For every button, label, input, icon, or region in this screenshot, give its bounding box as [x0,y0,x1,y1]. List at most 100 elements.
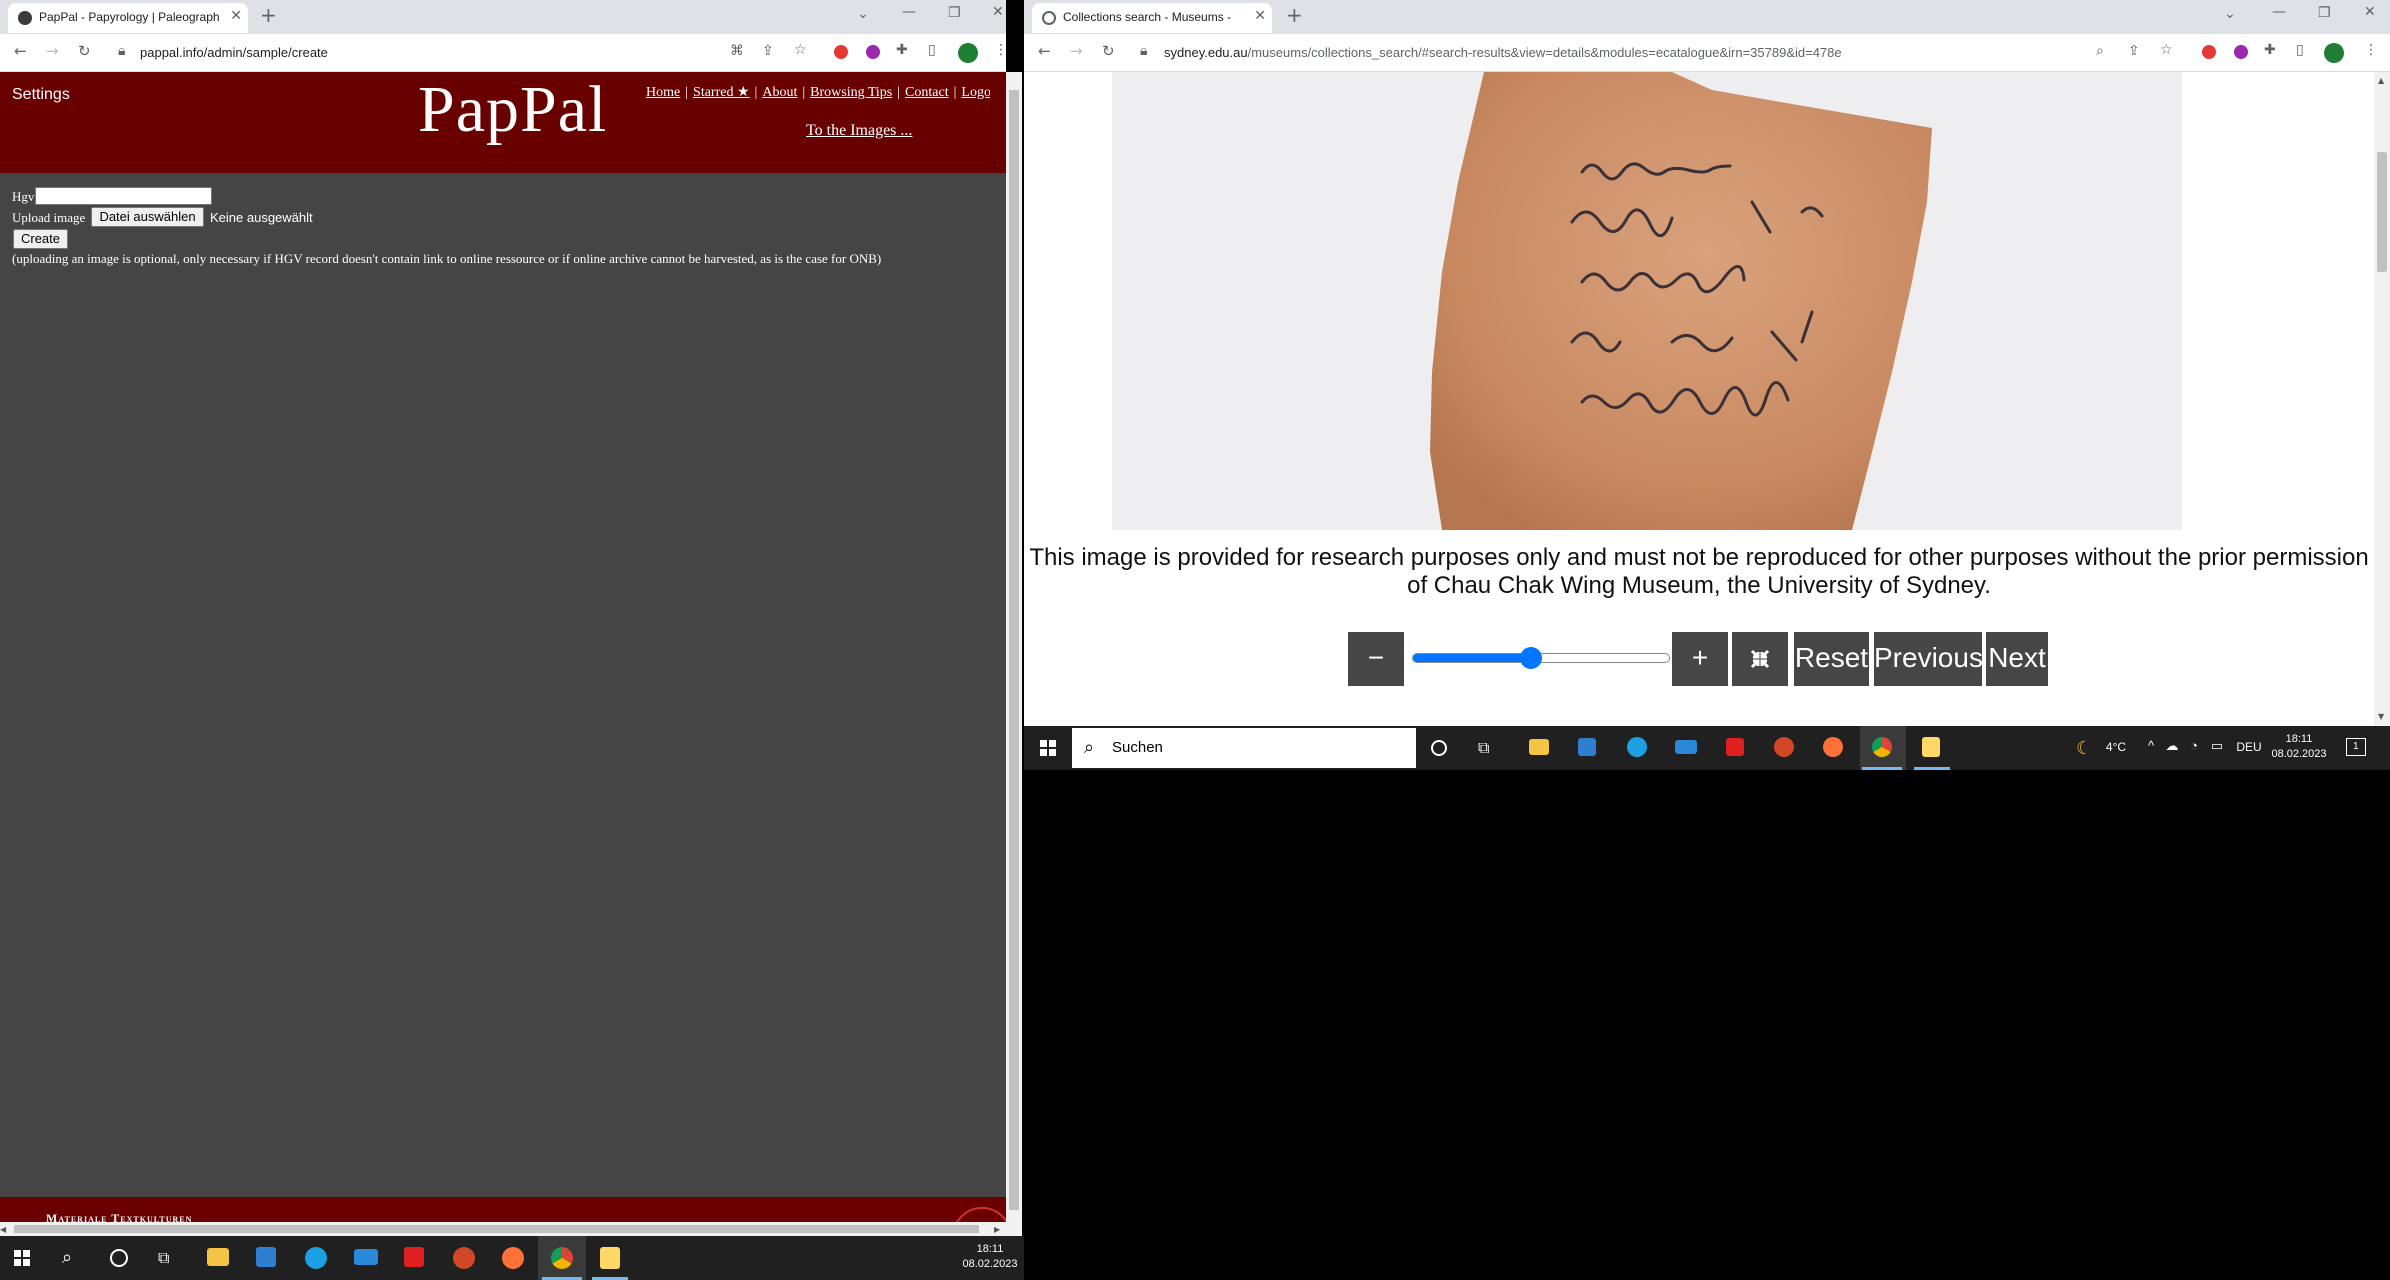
right-explorer-icon[interactable] [1529,739,1549,755]
left-store-icon[interactable] [256,1247,276,1267]
right-extension-red-icon[interactable] [2202,45,2216,59]
fullscreen-button[interactable] [1732,632,1788,686]
reset-button[interactable]: Reset [1794,632,1869,686]
left-extension-red-icon[interactable] [834,45,848,59]
left-mail-icon[interactable] [354,1249,378,1265]
left-search-icon[interactable]: ⌕ [62,1247,72,1268]
tray-wifi-icon[interactable]: ◔ [2186,738,2202,753]
nav-home-link[interactable]: Home [646,85,680,100]
right-firefox-icon[interactable] [1823,737,1843,757]
left-taskview-icon[interactable]: ⧉ [158,1248,169,1268]
left-powerpoint-icon[interactable] [453,1247,475,1269]
right-tab-collections[interactable]: Collections search - Museums - ✕ [1032,3,1272,33]
left-start-icon[interactable] [14,1250,30,1266]
tray-battery-icon[interactable]: ▭ [2208,738,2226,753]
right-menu-icon[interactable]: ⋮ [2364,42,2378,58]
left-cortana-icon[interactable] [110,1249,128,1267]
left-bookmark-star-icon[interactable]: ☆ [794,42,807,58]
right-date: 08.02.2023 [2271,748,2327,760]
left-new-tab-icon[interactable]: + [260,3,277,27]
left-minimize-icon[interactable]: — [902,4,916,20]
right-minimize-icon[interactable]: — [2272,4,2286,20]
tray-overflow-icon[interactable]: ^ [2144,738,2158,753]
left-tab-pappal[interactable]: PapPal - Papyrology | Paleograph ✕ [8,3,248,33]
zoom-in-button[interactable]: + [1672,632,1728,686]
taskbar-search-box[interactable]: ⌕ Suchen [1072,728,1416,768]
left-url-bar[interactable]: pappal.info/admin/sample/create [140,45,328,60]
weather-temperature[interactable]: 4°C [2098,740,2134,755]
tray-network-icon[interactable]: ☁ [2164,738,2180,753]
notification-center-button[interactable]: 1 [2346,738,2366,756]
right-extensions-puzzle-icon[interactable]: ✚ [2264,42,2276,58]
right-back-icon[interactable]: ← [1038,42,1051,60]
right-url-bar[interactable]: sydney.edu.au/museums/collections_search… [1164,45,1842,60]
right-restore-icon[interactable]: ❐ [2318,5,2331,21]
weather-moon-icon[interactable]: ☾ [2076,738,2092,759]
left-forward-icon[interactable]: → [46,42,59,60]
nav-contact-link[interactable]: Contact [905,85,949,100]
zoom-slider[interactable] [1412,647,1670,669]
right-clock[interactable]: 18:11 08.02.2023 [2268,732,2330,762]
left-close-window-icon[interactable]: ✕ [992,4,1004,20]
left-extension-purple-icon[interactable] [866,45,880,59]
right-close-window-icon[interactable]: ✕ [2364,4,2376,20]
right-zoom-icon[interactable]: ⌕ [2096,43,2104,59]
left-horizontal-scrollbar[interactable]: ◀ ▶ [0,1222,1006,1236]
right-new-tab-icon[interactable]: + [1286,3,1303,27]
nav-starred-link[interactable]: Starred ★ [693,85,749,100]
left-clock[interactable]: 18:11 08.02.2023 [960,1242,1020,1272]
left-profile-avatar[interactable] [958,43,978,63]
right-taskview-icon[interactable]: ⧉ [1478,738,1489,758]
right-tab-close-icon[interactable]: ✕ [1254,8,1266,24]
left-restore-icon[interactable]: ❐ [948,5,961,21]
right-tab-search-icon[interactable]: ⌄ [2224,6,2236,22]
right-cortana-icon[interactable] [1431,740,1447,756]
right-mail-icon[interactable] [1675,740,1697,754]
next-button[interactable]: Next [1986,632,2048,686]
left-extensions-puzzle-icon[interactable]: ✚ [896,42,908,58]
right-edge-icon[interactable] [1627,737,1647,757]
right-bookmark-star-icon[interactable]: ☆ [2160,42,2173,58]
hgv-input[interactable] [35,187,212,205]
left-sidepanel-icon[interactable]: ▯ [928,42,936,58]
right-profile-avatar[interactable] [2324,43,2344,63]
right-acrobat-icon[interactable] [1726,738,1744,756]
left-explorer-icon[interactable] [207,1248,229,1266]
right-files-icon[interactable] [1922,737,1940,757]
pappal-settings-link[interactable]: Settings [12,86,70,104]
left-menu-icon[interactable]: ⋮ [994,42,1008,58]
left-toolbar: ← → ↻ 🔒︎ pappal.info/admin/sample/create… [0,34,1008,72]
right-store-icon[interactable] [1578,738,1596,756]
right-toolbar: ← → ↻ 🔒︎ sydney.edu.au/museums/collectio… [1024,34,2390,72]
left-tab-search-icon[interactable]: ⌄ [857,6,869,22]
choose-file-button[interactable]: Datei auswählen [91,207,204,227]
previous-button[interactable]: Previous [1874,632,1983,686]
create-button[interactable]: Create [13,229,68,249]
right-share-icon[interactable]: ⇪ [2128,43,2140,59]
left-back-icon[interactable]: ← [14,42,27,60]
left-vertical-scrollbar[interactable] [1006,72,1022,1236]
zoom-slider-thumb[interactable] [1520,647,1542,669]
right-extension-purple-icon[interactable] [2234,45,2248,59]
right-sidepanel-icon[interactable]: ▯ [2296,42,2304,58]
left-firefox-icon[interactable] [502,1247,524,1269]
left-files-icon[interactable] [600,1247,620,1269]
right-forward-icon[interactable]: → [1070,42,1083,60]
zoom-out-button[interactable]: − [1348,632,1404,686]
right-powerpoint-icon[interactable] [1774,737,1794,757]
pappal-images-link[interactable]: To the Images ... [806,122,912,140]
right-vertical-scrollbar[interactable]: ▲ ▼ [2374,72,2390,726]
right-start-icon[interactable] [1040,740,1056,756]
left-tab-close-icon[interactable]: ✕ [230,8,242,24]
right-reload-icon[interactable]: ↻ [1102,42,1115,60]
tray-language[interactable]: DEU [2232,740,2266,755]
left-reload-icon[interactable]: ↻ [78,42,91,60]
left-edge-icon[interactable] [305,1247,327,1269]
right-chrome-icon[interactable] [1872,737,1892,757]
left-translate-icon[interactable]: ⌘ [730,43,744,59]
nav-about-link[interactable]: About [762,85,797,100]
left-chrome-icon[interactable] [551,1247,573,1269]
left-acrobat-icon[interactable] [404,1247,424,1267]
left-share-icon[interactable]: ⇪ [762,43,774,59]
nav-browsing-tips-link[interactable]: Browsing Tips [810,85,892,100]
